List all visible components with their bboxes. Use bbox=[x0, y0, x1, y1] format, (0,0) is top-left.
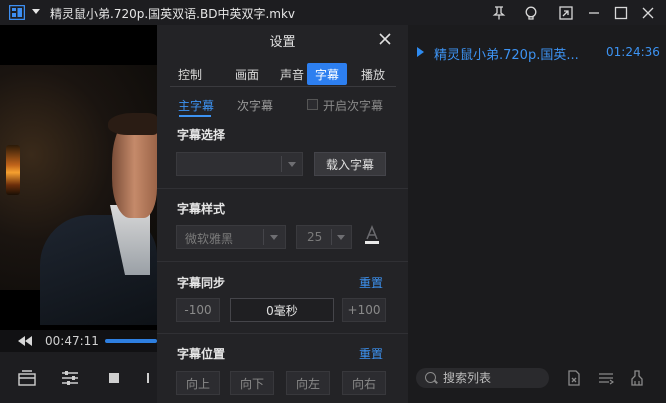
dropdown-separator bbox=[281, 156, 282, 172]
playing-indicator-icon bbox=[417, 47, 424, 57]
position-down-button[interactable]: 向下 bbox=[230, 371, 274, 395]
font-size-value: 25 bbox=[307, 230, 323, 244]
equalizer-icon[interactable] bbox=[60, 369, 80, 387]
tab-audio[interactable]: 声音 bbox=[277, 63, 307, 85]
subtitle-style-title: 字幕样式 bbox=[177, 202, 226, 216]
enable-secondary-label: 开启次字幕 bbox=[323, 99, 384, 113]
menu-caret-icon[interactable] bbox=[32, 9, 40, 14]
sync-offset-field[interactable]: 0毫秒 bbox=[230, 298, 334, 322]
seek-bar-area: 00:47:11 bbox=[0, 330, 157, 352]
skin-icon[interactable] bbox=[521, 3, 541, 23]
font-color-icon[interactable] bbox=[364, 225, 380, 245]
playlist-panel: 精灵鼠小弟.720p.国英... 01:24:36 bbox=[408, 25, 666, 403]
lamp-decoration bbox=[6, 145, 20, 195]
subtitle-sync-reset-link[interactable]: 重置 bbox=[359, 274, 383, 291]
close-window-icon[interactable] bbox=[638, 3, 658, 23]
rewind-icon[interactable] bbox=[17, 336, 33, 346]
bottom-control-bar bbox=[0, 352, 157, 403]
playlist-item-duration: 01:24:36 bbox=[606, 45, 660, 59]
clean-icon[interactable] bbox=[628, 369, 646, 387]
settings-tabs: 控制 画面 声音 字幕 播放 bbox=[170, 63, 396, 87]
sync-minus-button[interactable]: -100 bbox=[176, 298, 220, 322]
window-title: 精灵鼠小弟.720p.国英双语.BD中英双字.mkv bbox=[50, 7, 295, 21]
open-file-icon[interactable] bbox=[17, 369, 37, 387]
dropdown-separator bbox=[263, 229, 264, 245]
minimize-icon[interactable] bbox=[584, 3, 604, 23]
subtab-secondary[interactable]: 次字幕 bbox=[237, 97, 273, 114]
chevron-down-icon bbox=[337, 235, 345, 240]
app-logo-icon[interactable] bbox=[9, 5, 25, 20]
tab-playback[interactable]: 播放 bbox=[356, 63, 390, 85]
chevron-down-icon bbox=[270, 235, 278, 240]
search-icon bbox=[425, 372, 436, 383]
section-divider bbox=[157, 188, 408, 189]
font-size-dropdown[interactable]: 25 bbox=[296, 225, 352, 249]
maximize-icon[interactable] bbox=[611, 3, 631, 23]
progress-bar[interactable] bbox=[105, 339, 157, 343]
playlist-item[interactable]: 精灵鼠小弟.720p.国英... 01:24:36 bbox=[408, 41, 666, 63]
tab-picture[interactable]: 画面 bbox=[232, 63, 262, 85]
font-family-value: 微软雅黑 bbox=[185, 232, 234, 246]
list-mode-icon[interactable] bbox=[597, 369, 615, 387]
subtitle-position-title: 字幕位置 bbox=[177, 347, 226, 361]
tab-subtitle[interactable]: 字幕 bbox=[307, 63, 347, 85]
letterbox-top bbox=[0, 25, 157, 65]
tab-control[interactable]: 控制 bbox=[175, 63, 205, 85]
subtitle-select-dropdown[interactable] bbox=[176, 152, 303, 176]
current-time: 00:47:11 bbox=[45, 334, 99, 348]
stop-icon[interactable] bbox=[104, 369, 124, 387]
subtab-primary[interactable]: 主字幕 bbox=[178, 97, 214, 114]
load-subtitle-button[interactable]: 载入字幕 bbox=[314, 152, 386, 176]
sync-plus-button[interactable]: +100 bbox=[342, 298, 386, 322]
pin-icon[interactable] bbox=[489, 3, 509, 23]
subtitle-position-reset-link[interactable]: 重置 bbox=[359, 345, 383, 362]
clear-list-icon[interactable] bbox=[565, 369, 583, 387]
chevron-down-icon bbox=[288, 162, 296, 167]
position-left-button[interactable]: 向左 bbox=[286, 371, 330, 395]
video-area[interactable] bbox=[0, 25, 157, 330]
dropdown-separator bbox=[331, 229, 332, 245]
dialog-title: 设置 bbox=[269, 35, 296, 50]
font-family-dropdown[interactable]: 微软雅黑 bbox=[176, 225, 286, 249]
video-figure-hair bbox=[108, 113, 157, 135]
enable-secondary-checkbox[interactable] bbox=[307, 99, 318, 110]
title-bar: 精灵鼠小弟.720p.国英双语.BD中英双字.mkv bbox=[0, 0, 666, 25]
video-frame bbox=[0, 65, 157, 325]
playlist-search[interactable] bbox=[416, 368, 549, 388]
mini-mode-icon[interactable] bbox=[556, 3, 576, 23]
playlist-item-name: 精灵鼠小弟.720p.国英... bbox=[434, 48, 579, 63]
subtitle-subtabs: 主字幕 次字幕 开启次字幕 bbox=[157, 95, 408, 117]
position-right-button[interactable]: 向右 bbox=[342, 371, 386, 395]
section-divider bbox=[157, 261, 408, 262]
dialog-close-icon[interactable] bbox=[376, 30, 394, 48]
playlist-search-input[interactable] bbox=[443, 370, 543, 386]
section-divider bbox=[157, 333, 408, 334]
subtitle-sync-title: 字幕同步 bbox=[177, 276, 226, 290]
subtab-indicator bbox=[179, 115, 211, 117]
subtitle-select-title: 字幕选择 bbox=[177, 128, 226, 142]
settings-dialog: 设置 控制 画面 声音 字幕 播放 主字幕 次字幕 开启次字幕 字幕选择 载入字… bbox=[157, 25, 408, 403]
position-up-button[interactable]: 向上 bbox=[176, 371, 220, 395]
